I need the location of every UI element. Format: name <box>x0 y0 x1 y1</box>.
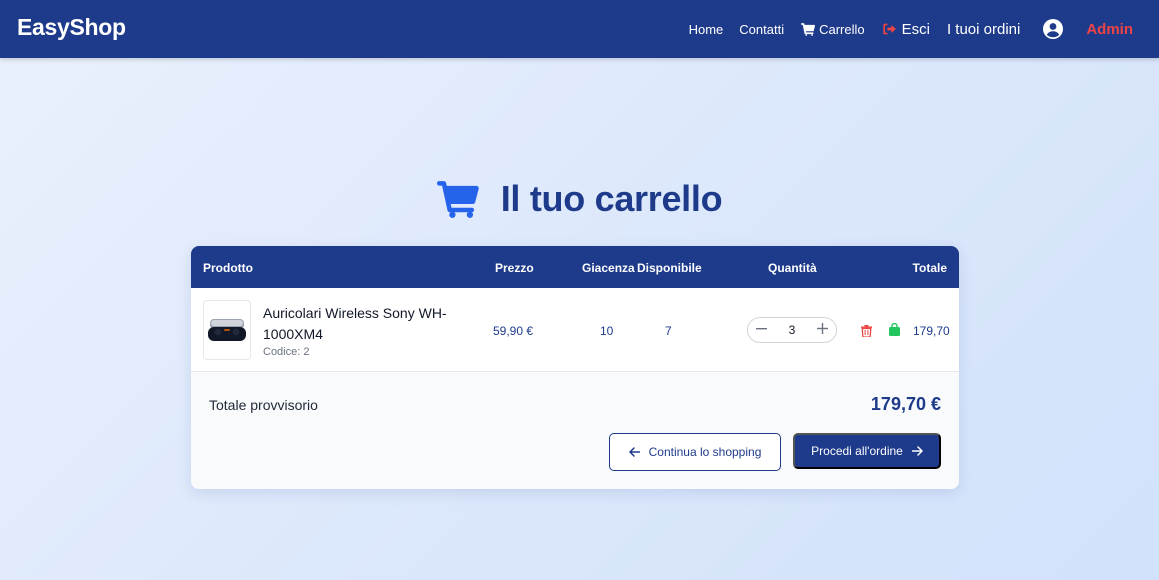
product-price: 59,90 € <box>493 324 534 338</box>
header-totale: Totale <box>912 261 947 275</box>
shopping-bag-icon <box>889 322 900 336</box>
plus-icon <box>817 323 828 334</box>
cart-icon <box>801 22 816 36</box>
arrow-right-icon <box>911 446 923 456</box>
header-quantita: Quantità <box>768 261 817 275</box>
nav-links: Home Contatti Carrello Esci I tuoi ordin… <box>689 0 1133 58</box>
header-prodotto: Prodotto <box>203 261 253 275</box>
product-code: Codice: 2 <box>263 346 310 358</box>
header-prezzo: Prezzo <box>495 261 534 275</box>
trash-icon <box>861 325 872 338</box>
user-profile-link[interactable] <box>1043 19 1064 39</box>
buy-item-button[interactable] <box>889 322 900 341</box>
product-stock: 10 <box>600 324 614 338</box>
arrow-left-icon <box>628 447 640 457</box>
table-header: Prodotto Prezzo Giacenza Disponibile Qua… <box>191 246 959 288</box>
remove-item-button[interactable] <box>861 324 872 342</box>
nav-admin-link[interactable]: Admin <box>1086 21 1133 38</box>
user-circle-icon <box>1043 19 1064 39</box>
nav-cart-link[interactable]: Carrello <box>801 22 865 37</box>
continue-shopping-button[interactable]: Continua lo shopping <box>609 433 781 471</box>
product-image[interactable] <box>203 300 251 360</box>
earbuds-image <box>208 319 246 341</box>
cart-card: Prodotto Prezzo Giacenza Disponibile Qua… <box>191 246 959 489</box>
nav-logout-link[interactable]: Esci <box>882 21 930 38</box>
subtotal-label: Totale provvisorio <box>209 397 318 413</box>
page-header: Il tuo carrello <box>0 178 1159 220</box>
quantity-decrease-button[interactable] <box>756 322 767 338</box>
table-row: Auricolari Wireless Sony WH-1000XM4 Codi… <box>191 288 959 372</box>
cart-summary: Totale provvisorio 179,70 € Continua lo … <box>191 372 959 489</box>
header-disponibile: Disponibile <box>637 261 702 275</box>
nav-contatti-link[interactable]: Contatti <box>739 22 784 37</box>
cart-icon <box>436 180 479 218</box>
page-title: Il tuo carrello <box>500 178 723 219</box>
quantity-increase-button[interactable] <box>817 322 828 338</box>
quantity-stepper: 3 <box>747 317 837 343</box>
logout-icon <box>882 23 896 35</box>
quantity-value[interactable]: 3 <box>789 323 796 337</box>
product-total: 179,70 <box>913 324 950 338</box>
nav-logout-label: Esci <box>901 20 930 38</box>
brand-logo[interactable]: EasyShop <box>17 14 126 41</box>
continue-shopping-label: Continua lo shopping <box>648 445 762 459</box>
product-name[interactable]: Auricolari Wireless Sony WH-1000XM4 <box>263 303 463 345</box>
nav-orders-link[interactable]: I tuoi ordini <box>947 21 1020 38</box>
nav-cart-label: Carrello <box>819 21 865 37</box>
nav-home-link[interactable]: Home <box>689 22 724 37</box>
product-available: 7 <box>665 324 672 338</box>
proceed-order-button[interactable]: Procedi all'ordine <box>793 433 941 469</box>
subtotal-value: 179,70 € <box>870 394 941 414</box>
header-giacenza: Giacenza <box>582 261 635 275</box>
minus-icon <box>756 328 767 330</box>
navbar: EasyShop Home Contatti Carrello Esci I t… <box>0 0 1159 58</box>
proceed-order-label: Procedi all'ordine <box>811 444 903 458</box>
